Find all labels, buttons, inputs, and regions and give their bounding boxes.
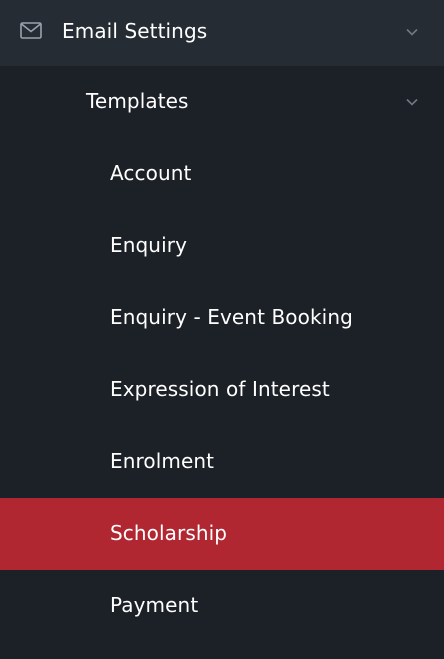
menu-item-label: Email Settings xyxy=(62,19,208,43)
menu-item-label: Expression of Interest xyxy=(110,377,330,401)
menu-item-expression-of-interest[interactable]: Expression of Interest xyxy=(0,354,444,426)
menu-item-payment[interactable]: Payment xyxy=(0,570,444,642)
chevron-down-icon[interactable] xyxy=(406,28,418,36)
menu-item-enquiry[interactable]: Enquiry xyxy=(0,210,444,282)
menu-item-label: Templates xyxy=(86,89,189,113)
menu-item-email-settings[interactable]: Email Settings xyxy=(0,0,444,66)
menu-item-templates[interactable]: Templates xyxy=(0,66,444,138)
menu-item-label: Payment xyxy=(110,593,199,617)
mail-icon xyxy=(20,22,42,39)
menu-item-label: Enquiry - Event Booking xyxy=(110,305,353,329)
menu-item-label: Scholarship xyxy=(110,521,228,545)
menu-item-account[interactable]: Account xyxy=(0,138,444,210)
menu-item-scholarship[interactable]: Scholarship xyxy=(0,498,444,570)
sidebar-menu: Email Settings Templates Account Enquiry… xyxy=(0,0,444,659)
menu-item-label: Enrolment xyxy=(110,449,215,473)
menu-item-enquiry-event-booking[interactable]: Enquiry - Event Booking xyxy=(0,282,444,354)
menu-item-label: Enquiry xyxy=(110,233,187,257)
menu-item-label: Account xyxy=(110,161,192,185)
chevron-down-icon[interactable] xyxy=(406,98,418,106)
menu-item-enrolment[interactable]: Enrolment xyxy=(0,426,444,498)
